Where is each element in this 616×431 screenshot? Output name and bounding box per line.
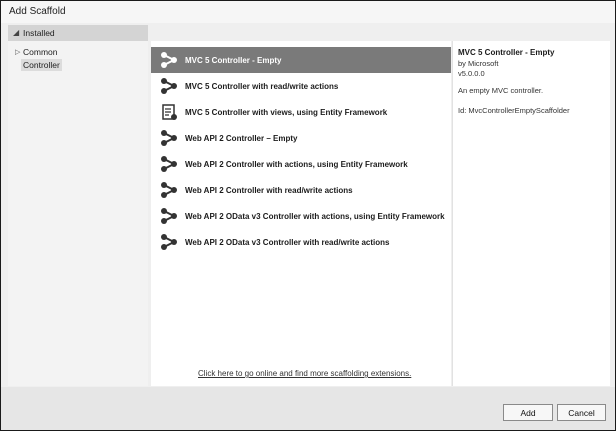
scaffold-item-label: Web API 2 Controller with read/write act… [185,185,353,195]
details-id: Id: MvcControllerEmptyScaffolder [458,106,570,115]
controller-icon [159,206,179,226]
controller-icon [159,232,179,252]
tree-item-controller[interactable]: Controller [21,59,62,71]
controller-views-icon [159,102,179,122]
cancel-button[interactable]: Cancel [557,404,606,421]
controller-icon [159,180,179,200]
controller-icon [159,154,179,174]
tree-item-common[interactable]: Common [23,47,57,57]
online-scaffolding-link[interactable]: Click here to go online and find more sc… [198,369,411,378]
scaffold-item-label: MVC 5 Controller with views, using Entit… [185,107,388,117]
installed-header[interactable]: ◢ Installed [8,25,148,41]
scaffold-item[interactable]: MVC 5 Controller with read/write actions [151,73,451,99]
installed-label: Installed [23,28,55,38]
scaffold-item-label: Web API 2 OData v3 Controller with actio… [185,211,445,221]
details-version: v5.0.0.0 [458,69,485,78]
scaffold-item-label: MVC 5 Controller - Empty [185,55,282,65]
collapse-triangle-icon: ◢ [13,28,20,37]
category-tree: ▷ Common Controller [8,41,148,386]
controller-icon [159,128,179,148]
title-bar: Add Scaffold [1,1,615,23]
scaffold-item[interactable]: Web API 2 Controller with read/write act… [151,177,451,203]
scaffold-item-label: Web API 2 Controller – Empty [185,133,298,143]
dialog-title: Add Scaffold [9,6,66,17]
details-description: An empty MVC controller. [458,86,544,95]
details-author: by Microsoft [458,59,499,68]
add-scaffold-dialog: Add Scaffold ◢ Installed ▷ Common Contro… [0,0,616,431]
scaffold-item[interactable]: Web API 2 OData v3 Controller with read/… [151,229,451,255]
details-pane: MVC 5 Controller - Empty by Microsoft v5… [452,41,610,386]
scaffold-item-label: Web API 2 OData v3 Controller with read/… [185,237,390,247]
controller-icon [159,76,179,96]
scaffold-item[interactable]: MVC 5 Controller - Empty [151,47,451,73]
scaffold-item[interactable]: MVC 5 Controller with views, using Entit… [151,99,451,125]
expand-arrow-icon[interactable]: ▷ [15,48,20,56]
scaffold-item[interactable]: Web API 2 OData v3 Controller with actio… [151,203,451,229]
add-button[interactable]: Add [503,404,553,421]
details-title: MVC 5 Controller - Empty [458,48,555,57]
scaffold-item[interactable]: Web API 2 Controller – Empty [151,125,451,151]
scaffold-list: MVC 5 Controller - Empty MVC 5 Controlle… [151,41,451,386]
scaffold-item-label: MVC 5 Controller with read/write actions [185,81,339,91]
scaffold-item-label: Web API 2 Controller with actions, using… [185,159,408,169]
controller-icon [159,50,179,70]
scaffold-item[interactable]: Web API 2 Controller with actions, using… [151,151,451,177]
